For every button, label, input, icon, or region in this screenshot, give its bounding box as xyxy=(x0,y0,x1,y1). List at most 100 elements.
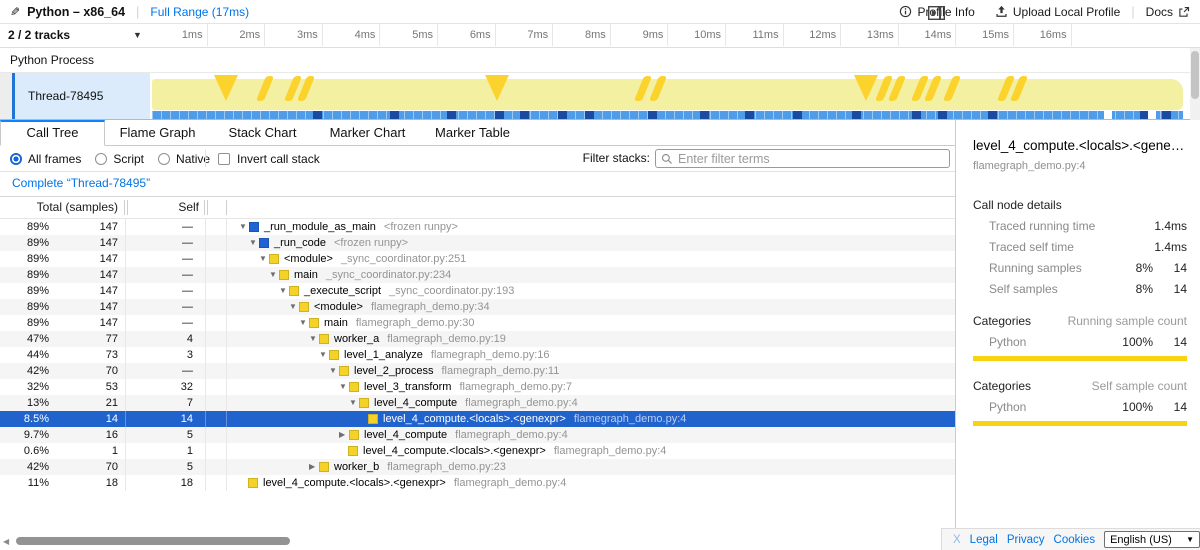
categories-heading: CategoriesRunning sample count xyxy=(973,314,1187,328)
category-square-icon xyxy=(319,334,329,344)
expand-arrow-icon[interactable]: ▼ xyxy=(279,283,289,299)
call-tree-row[interactable]: 47%774▼worker_aflamegraph_demo.py:19 xyxy=(0,331,955,347)
call-tree-row[interactable]: 44%733▼level_1_analyzeflamegraph_demo.py… xyxy=(0,347,955,363)
footer-x-link[interactable]: X xyxy=(953,534,961,546)
call-tree-row[interactable]: 11%1818level_4_compute.<locals>.<genexpr… xyxy=(0,475,955,491)
sidebar-metrics: Traced running time1.4msTraced self time… xyxy=(973,219,1187,296)
file-location: flamegraph_demo.py:4 xyxy=(554,443,667,459)
expand-arrow-icon[interactable]: ▼ xyxy=(269,267,279,283)
call-tree-row[interactable]: 89%147—▼<module>flamegraph_demo.py:34 xyxy=(0,299,955,315)
process-track-header[interactable]: Python Process xyxy=(0,48,1200,73)
call-tree-row[interactable]: 42%70—▼level_2_processflamegraph_demo.py… xyxy=(0,363,955,379)
footer: X Legal Privacy Cookies English (US) ▼ xyxy=(941,528,1200,550)
file-location: _sync_coordinator.py:251 xyxy=(341,251,466,267)
track-grip-handle[interactable] xyxy=(0,73,12,119)
function-name: level_4_compute.<locals>.<genexpr> xyxy=(363,443,546,459)
category-bar xyxy=(973,356,1187,361)
sample-dark-segment xyxy=(1162,111,1171,119)
call-tree-row[interactable]: 42%705▶worker_bflamegraph_demo.py:23 xyxy=(0,459,955,475)
open-sidebar-icon[interactable] xyxy=(928,6,945,20)
call-tree-row[interactable]: 0.6%11level_4_compute.<locals>.<genexpr>… xyxy=(0,443,955,459)
radio-native[interactable]: Native xyxy=(158,152,210,166)
timeline-ruler-row: 2 / 2 tracks ▼ 1ms2ms3ms4ms5ms6ms7ms8ms9… xyxy=(0,24,1200,48)
call-tree-row[interactable]: 8.5%1414level_4_compute.<locals>.<genexp… xyxy=(0,411,955,427)
call-tree-row[interactable]: 32%5332▼level_3_transformflamegraph_demo… xyxy=(0,379,955,395)
call-tree-row[interactable]: 89%147—▼main_sync_coordinator.py:234 xyxy=(0,267,955,283)
file-location: _sync_coordinator.py:234 xyxy=(326,267,451,283)
function-name: _run_code xyxy=(274,235,326,251)
tab-stack-chart[interactable]: Stack Chart xyxy=(210,120,315,146)
tracks-vertical-scrollbar-thumb[interactable] xyxy=(1191,51,1199,99)
ruler-tick: 7ms xyxy=(496,24,554,46)
cookies-link[interactable]: Cookies xyxy=(1054,534,1096,546)
tab-marker-table[interactable]: Marker Table xyxy=(420,120,525,146)
breadcrumb[interactable]: Complete “Thread-78495” xyxy=(12,176,150,190)
sample-dark-segment xyxy=(852,111,861,119)
thread-track-canvas[interactable] xyxy=(150,73,1190,119)
upload-profile-button[interactable]: Upload Local Profile xyxy=(995,5,1120,19)
function-name: worker_a xyxy=(334,331,379,347)
legal-link[interactable]: Legal xyxy=(970,534,998,546)
expand-arrow-icon[interactable]: ▼ xyxy=(309,331,319,347)
sidebar-metric-row: Self samples8%14 xyxy=(973,282,1187,296)
horizontal-scrollbar-thumb[interactable] xyxy=(16,537,290,545)
expand-arrow-icon[interactable]: ▼ xyxy=(329,363,339,379)
expand-arrow-icon[interactable]: ▼ xyxy=(299,315,309,331)
ruler-tick: 11ms xyxy=(726,24,784,46)
radio-script[interactable]: Script xyxy=(95,152,144,166)
ruler-tick: 16ms xyxy=(1014,24,1072,46)
filter-stacks-input[interactable]: Enter filter terms xyxy=(655,149,950,168)
tab-flame-graph[interactable]: Flame Graph xyxy=(105,120,210,146)
thread-track[interactable]: Thread-78495 xyxy=(0,73,1200,120)
function-name: _execute_script xyxy=(304,283,381,299)
category-item-row: Python100%14 xyxy=(973,400,1187,414)
expand-arrow-icon[interactable]: ▼ xyxy=(239,219,249,235)
thread-track-header[interactable]: Thread-78495 xyxy=(15,73,150,119)
expand-arrow-icon[interactable]: ▶ xyxy=(339,427,349,443)
file-location: _sync_coordinator.py:193 xyxy=(389,283,514,299)
file-location: flamegraph_demo.py:4 xyxy=(465,395,578,411)
function-name: worker_b xyxy=(334,459,379,475)
full-range-button[interactable]: Full Range (17ms) xyxy=(150,5,249,19)
radio-all-frames[interactable]: All frames xyxy=(10,152,81,166)
sidebar-metric-row: Running samples8%14 xyxy=(973,261,1187,275)
language-select[interactable]: English (US) ▼ xyxy=(1104,531,1200,548)
docs-link[interactable]: Docs xyxy=(1146,5,1190,19)
privacy-link[interactable]: Privacy xyxy=(1007,534,1045,546)
radio-icon xyxy=(158,153,170,165)
call-tree-row[interactable]: 89%147—▼_execute_script_sync_coordinator… xyxy=(0,283,955,299)
expand-arrow-icon[interactable]: ▼ xyxy=(259,251,269,267)
function-name: <module> xyxy=(314,299,363,315)
header-divider: | xyxy=(1131,4,1134,19)
tracks-vertical-scrollbar[interactable] xyxy=(1190,48,1200,120)
column-self[interactable]: Self xyxy=(125,197,199,218)
call-tree-row[interactable]: 9.7%165▶level_4_computeflamegraph_demo.p… xyxy=(0,427,955,443)
tab-call-tree[interactable]: Call Tree xyxy=(0,120,105,146)
ruler-tick: 5ms xyxy=(380,24,438,46)
call-tree-row[interactable]: 89%147—▼_run_module_as_main<frozen runpy… xyxy=(0,219,955,235)
checkbox-icon xyxy=(218,153,230,165)
tracks-dropdown-button[interactable]: ▼ xyxy=(133,24,142,47)
expand-arrow-icon[interactable]: ▼ xyxy=(339,379,349,395)
call-tree-row[interactable]: 89%147—▼<module>_sync_coordinator.py:251 xyxy=(0,251,955,267)
ruler-tick: 2ms xyxy=(208,24,266,46)
ruler-tick: 6ms xyxy=(438,24,496,46)
file-location: flamegraph_demo.py:4 xyxy=(454,475,567,491)
invert-call-stack-checkbox[interactable]: Invert call stack xyxy=(218,146,320,171)
expand-arrow-icon[interactable]: ▼ xyxy=(249,235,259,251)
column-total-samples[interactable]: Total (samples) xyxy=(0,197,118,218)
edit-profile-name-icon[interactable]: ✎ xyxy=(10,5,20,19)
sample-dark-segment xyxy=(313,111,322,119)
call-tree-row[interactable]: 89%147—▼_run_code<frozen runpy> xyxy=(0,235,955,251)
expand-arrow-icon[interactable]: ▼ xyxy=(319,347,329,363)
expand-arrow-icon[interactable]: ▶ xyxy=(309,459,319,475)
scroll-left-arrow-icon[interactable]: ◀ xyxy=(3,537,9,546)
tab-marker-chart[interactable]: Marker Chart xyxy=(315,120,420,146)
expand-arrow-icon[interactable]: ▼ xyxy=(349,395,359,411)
call-tree-row[interactable]: 89%147—▼mainflamegraph_demo.py:30 xyxy=(0,315,955,331)
ruler-tick: 14ms xyxy=(899,24,957,46)
horizontal-scrollbar[interactable]: ◀ xyxy=(0,535,955,548)
call-tree-row[interactable]: 13%217▼level_4_computeflamegraph_demo.py… xyxy=(0,395,955,411)
timeline-ruler[interactable]: 1ms2ms3ms4ms5ms6ms7ms8ms9ms10ms11ms12ms1… xyxy=(150,24,1190,47)
expand-arrow-icon[interactable]: ▼ xyxy=(289,299,299,315)
